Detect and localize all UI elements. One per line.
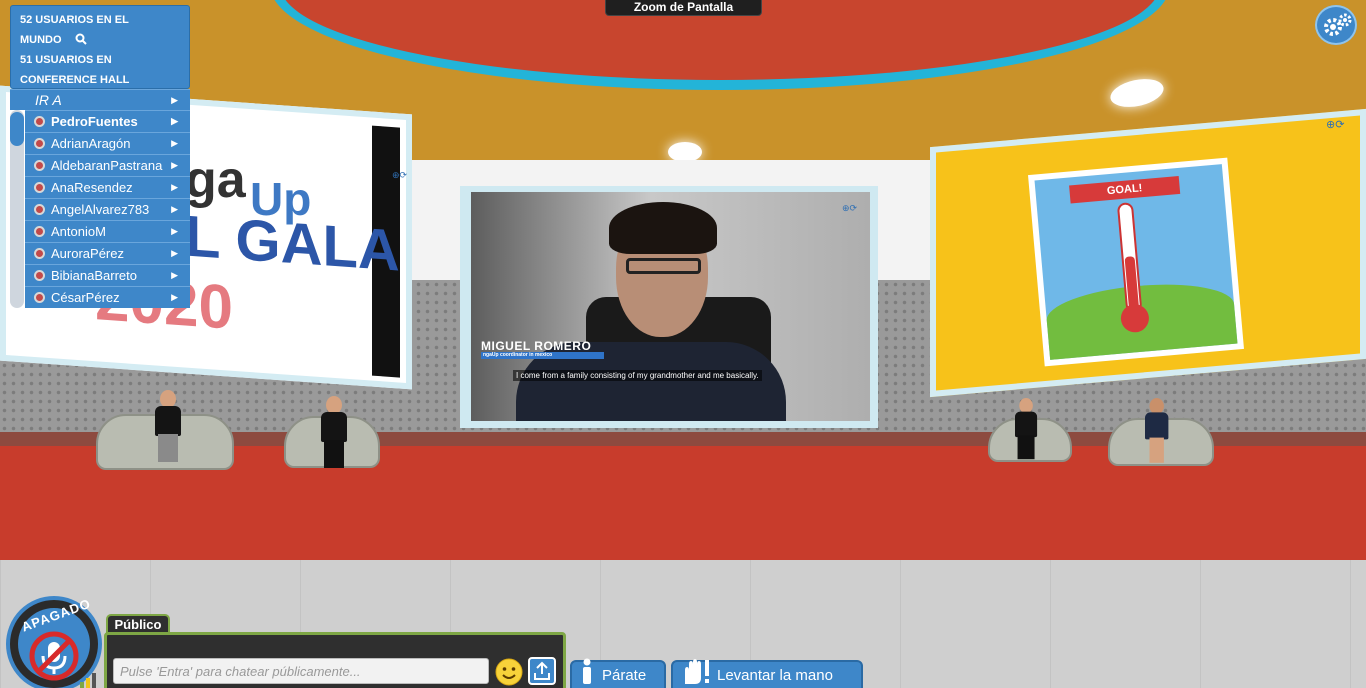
user-list-item[interactable]: PedroFuentes ▶ [25, 110, 190, 132]
user-list-item[interactable]: AngelAlvarez783 ▶ [25, 198, 190, 220]
video-stream: MIGUEL ROMERO ngaUp coordinator in mexic… [471, 192, 870, 421]
avatar-torso [1015, 411, 1038, 438]
user-name: AngelAlvarez783 [51, 202, 150, 217]
user-name: BibianaBarreto [51, 268, 137, 283]
signal-icon [78, 670, 100, 688]
screen-zoom-icon[interactable]: ⊕⟳ [842, 203, 857, 214]
gala-text-ga: ga [185, 151, 246, 209]
screen-zoom-button[interactable]: Zoom de Pantalla [605, 0, 762, 16]
avatar-legs [158, 434, 178, 462]
screen-zoom-icon[interactable]: ⊕⟳ [392, 170, 407, 181]
stand-up-button[interactable]: Párate [570, 658, 666, 688]
video-caption: I come from a family consisting of my gr… [513, 370, 762, 381]
video-person-glasses [626, 258, 701, 274]
chevron-right-icon: ▶ [171, 138, 178, 148]
gear-icon [1320, 10, 1354, 47]
chevron-right-icon: ▶ [171, 270, 178, 280]
3d-scene[interactable]: ga Up L GALA 2020 ⊕⟳ MIGUEL ROMERO ngaUp… [0, 0, 1366, 688]
user-list-item[interactable]: BibianaBarreto ▶ [25, 264, 190, 286]
go-to-menu[interactable]: IR A ▶ [10, 89, 190, 110]
user-status-icon [34, 116, 45, 127]
users-in-room-count: 51 USUARIOS EN CONFERENCE HALL [20, 54, 130, 86]
user-list-item[interactable]: AdrianAragón ▶ [25, 132, 190, 154]
avatar-legs [1149, 437, 1164, 463]
chevron-right-icon: ▶ [171, 95, 178, 105]
user-list: PedroFuentes ▶ AdrianAragón ▶ AldebaranPas… [25, 110, 190, 308]
user-list-item[interactable]: AldebaranPastrana ▶ [25, 154, 190, 176]
user-name: AnaResendez [51, 180, 133, 195]
mic-muted-icon [28, 630, 80, 682]
user-status-icon [34, 292, 45, 303]
chevron-right-icon: ▶ [171, 226, 178, 236]
search-icon[interactable] [75, 32, 87, 52]
ceiling-lamp [668, 142, 702, 162]
goal-thermometer-graphic: GOAL! [1028, 157, 1244, 367]
stand-up-label: Párate [602, 667, 647, 684]
user-name: AuroraPérez [51, 246, 124, 261]
raised-hand-icon [681, 658, 711, 688]
go-to-label: IR A [35, 92, 62, 108]
user-status-icon [34, 248, 45, 259]
upload-button[interactable] [528, 657, 556, 685]
user-status-icon [34, 182, 45, 193]
speaker-name: MIGUEL ROMERO [481, 339, 592, 353]
user-status-icon [34, 270, 45, 281]
user-name: AntonioM [51, 224, 106, 239]
user-status-icon [34, 138, 45, 149]
screen-refresh-icon[interactable]: ⊕⟳ [1326, 118, 1344, 131]
user-list-item[interactable]: AntonioM ▶ [25, 220, 190, 242]
user-status-icon [34, 226, 45, 237]
user-name: AldebaranPastrana [51, 158, 163, 173]
standing-person-icon [580, 658, 594, 688]
chevron-right-icon: ▶ [171, 182, 178, 192]
user-name: PedroFuentes [51, 114, 138, 129]
chat-tab-public[interactable]: Público [106, 614, 170, 634]
avatar-legs [1017, 435, 1035, 460]
user-status-icon [34, 204, 45, 215]
smiley-icon[interactable] [494, 657, 524, 687]
user-list-item[interactable]: CésarPérez ▶ [25, 286, 190, 308]
chevron-right-icon: ▶ [171, 248, 178, 258]
user-name: AdrianAragón [51, 136, 131, 151]
raise-hand-button[interactable]: Levantar la mano [671, 658, 863, 688]
speaker-role: ngaUp coordinator in mexico [483, 352, 553, 358]
user-count-panel[interactable]: 52 USUARIOS EN EL MUNDO 51 USUARIOS EN C… [10, 5, 190, 89]
video-person-hair [609, 202, 717, 254]
avatar-torso [321, 412, 347, 442]
avatar-torso [155, 406, 181, 436]
user-list-item[interactable]: AnaResendez ▶ [25, 176, 190, 198]
chevron-right-icon: ▶ [171, 160, 178, 170]
user-list-scroll-thumb[interactable] [10, 112, 24, 146]
chevron-right-icon: ▶ [171, 116, 178, 126]
avatar-torso [1145, 412, 1169, 440]
chevron-right-icon: ▶ [171, 292, 178, 302]
user-status-icon [34, 160, 45, 171]
settings-button[interactable] [1315, 5, 1357, 45]
chat-input[interactable] [113, 658, 489, 684]
user-name: CésarPérez [51, 290, 120, 305]
chevron-right-icon: ▶ [171, 204, 178, 214]
avatar-legs [324, 440, 344, 468]
user-list-item[interactable]: AuroraPérez ▶ [25, 242, 190, 264]
upload-icon [533, 661, 551, 686]
raise-hand-label: Levantar la mano [717, 667, 833, 684]
